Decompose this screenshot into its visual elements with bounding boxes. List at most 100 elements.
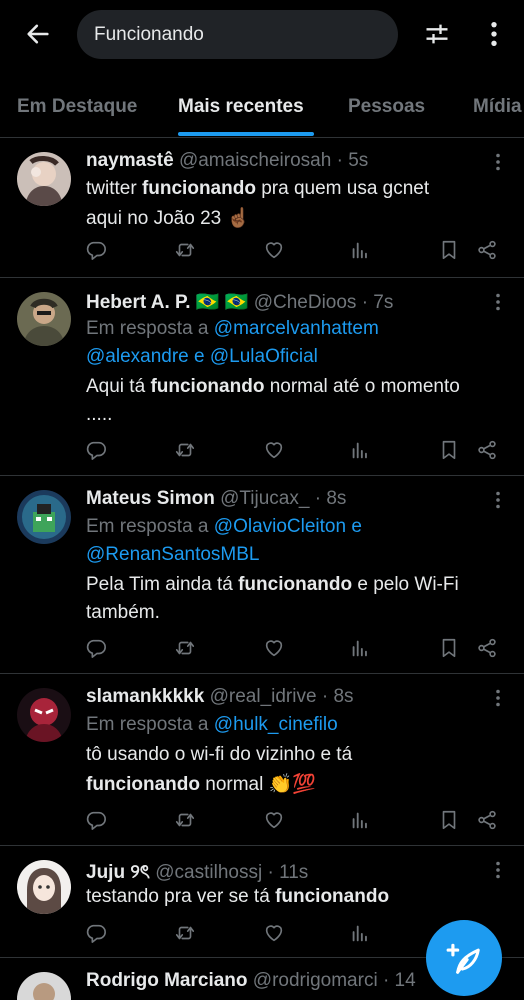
author-handle[interactable]: @rodrigomarci [253,970,378,991]
retweet-button[interactable] [173,921,197,945]
tab-midia[interactable]: Mídia [473,96,522,118]
avatar[interactable] [17,490,71,544]
analytics-icon [349,239,371,261]
comment-icon [85,439,107,461]
bookmark-icon [438,439,460,461]
reply-conjunction: e [194,346,205,367]
text-span: Pela Tim ainda tá [86,574,239,595]
compose-feather-icon [446,943,480,974]
author-handle[interactable]: @real_idrive [210,686,317,707]
tweet-text-line: aqui no João 23 ☝🏾 [86,208,251,229]
text-span: normal 👏💯 [199,774,316,795]
like-button[interactable] [262,808,286,832]
share-button[interactable] [475,238,499,262]
reply-context: Em resposta a @OlavioCleiton e [86,516,362,538]
back-button[interactable] [22,18,54,50]
mention-link[interactable]: @RenanSantosMBL [86,544,260,565]
tweet-more-button[interactable] [488,688,508,708]
avatar[interactable] [17,292,71,346]
bookmark-button[interactable] [437,438,461,462]
tab-em-destaque[interactable]: Em Destaque [17,96,137,118]
reply-button[interactable] [84,808,108,832]
tweet-more-button[interactable] [488,292,508,312]
tweet-time: · 8s [314,488,347,509]
share-icon [476,637,498,659]
more-options-button[interactable] [478,18,510,50]
like-button[interactable] [262,238,286,262]
heart-icon [263,439,285,461]
author-name[interactable]: Hebert A. P. 🇧🇷 🇧🇷 [86,292,248,313]
avatar[interactable] [17,152,71,206]
compose-button[interactable] [426,920,502,996]
views-button[interactable] [348,238,372,262]
author-name[interactable]: naymastê [86,150,174,171]
retweet-button[interactable] [173,808,197,832]
views-button[interactable] [348,921,372,945]
bookmark-button[interactable] [437,238,461,262]
tweet-header: Mateus Simon @Tijucax_ · 8s [86,488,346,510]
tweet[interactable]: slamankkkkk @real_idrive · 8s Em respost… [0,674,524,846]
share-button[interactable] [475,438,499,462]
author-name[interactable]: Juju ୨ৎ [86,862,150,883]
comment-icon [85,922,107,944]
avatar[interactable] [17,688,71,742]
retweet-button[interactable] [173,238,197,262]
reply-button[interactable] [84,438,108,462]
views-button[interactable] [348,636,372,660]
tab-pessoas[interactable]: Pessoas [348,96,425,118]
keyword-highlight: funcionando [141,178,256,199]
reply-button[interactable] [84,921,108,945]
mention-link[interactable]: @alexandre [86,346,189,367]
views-button[interactable] [348,808,372,832]
tweet-header: slamankkkkk @real_idrive · 8s [86,686,354,708]
tweet-more-button[interactable] [488,152,508,172]
bookmark-button[interactable] [437,808,461,832]
mention-link[interactable]: @OlavioCleiton [214,516,346,537]
tweet-text-line: também. [86,602,160,623]
share-button[interactable] [475,808,499,832]
bookmark-button[interactable] [437,636,461,660]
retweet-button[interactable] [173,636,197,660]
text-span: Aqui tá [86,376,151,397]
views-button[interactable] [348,438,372,462]
reply-button[interactable] [84,636,108,660]
tweet[interactable]: Hebert A. P. 🇧🇷 🇧🇷 @CheDioos · 7s Em res… [0,278,524,476]
tweet[interactable]: Mateus Simon @Tijucax_ · 8s Em resposta … [0,476,524,674]
tweet-more-button[interactable] [488,490,508,510]
tweet-time: · 7s [361,292,394,313]
mention-link[interactable]: @hulk_cinefilo [214,714,338,735]
sliders-icon [426,24,448,44]
avatar[interactable] [17,972,71,1000]
like-button[interactable] [262,921,286,945]
more-vertical-icon [488,490,508,510]
author-handle[interactable]: @Tijucax_ [220,488,309,509]
author-name[interactable]: Rodrigo Marciano [86,970,248,991]
author-handle[interactable]: @castilhossj [155,862,262,883]
comment-icon [85,239,107,261]
keyword-highlight: funcionando [150,376,265,397]
reply-prefix: Em resposta a [86,714,209,735]
search-filter-button[interactable] [421,18,453,50]
tweet[interactable]: naymastê @amaischeirosah · 5s twitter fu… [0,138,524,278]
retweet-button[interactable] [173,438,197,462]
share-button[interactable] [475,636,499,660]
author-handle[interactable]: @CheDioos [254,292,357,313]
author-name[interactable]: slamankkkkk [86,686,204,707]
reply-button[interactable] [84,238,108,262]
like-button[interactable] [262,636,286,660]
analytics-icon [349,922,371,944]
tab-mais-recentes[interactable]: Mais recentes [178,96,304,118]
author-name[interactable]: Mateus Simon [86,488,215,509]
search-input[interactable]: Funcionando [77,10,398,59]
tweet-text-line: Pela Tim ainda tá funcionando e pelo Wi-… [86,574,459,596]
like-button[interactable] [262,438,286,462]
author-handle[interactable]: @amaischeirosah [179,150,331,171]
tweet-actions [0,808,524,838]
mention-link[interactable]: @LulaOficial [210,346,318,367]
mention-link[interactable]: @marcelvanhattem [214,318,379,339]
avatar[interactable] [17,860,71,914]
tweet-more-button[interactable] [488,860,508,880]
tweet-text-line: testando pra ver se tá funcionando [86,886,389,908]
active-tab-indicator [178,132,314,136]
tweet-time: · 14 [382,970,416,991]
